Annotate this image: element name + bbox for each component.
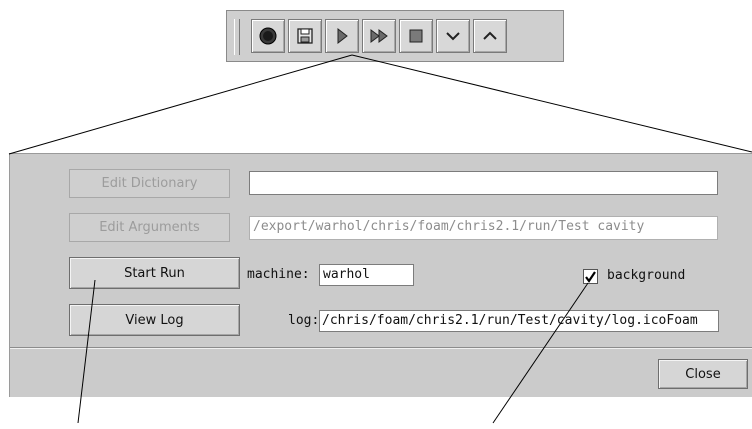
- callout-lines: [8, 54, 752, 424]
